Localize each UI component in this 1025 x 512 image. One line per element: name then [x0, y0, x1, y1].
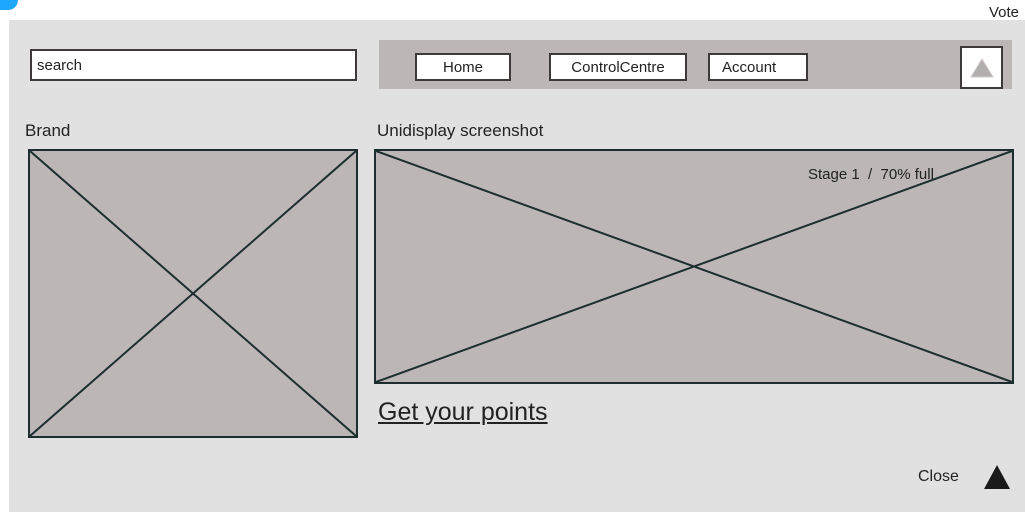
brand-label: Brand	[25, 121, 71, 140]
nav-up-button[interactable]	[960, 46, 1003, 89]
nav-home-button[interactable]: Home	[415, 53, 511, 81]
close-arrow-icon[interactable]	[984, 465, 1010, 489]
image-placeholder-icon	[376, 151, 1012, 382]
image-placeholder-icon	[30, 151, 356, 436]
triangle-up-icon	[969, 57, 994, 77]
get-points-link[interactable]: Get your points	[378, 398, 548, 427]
vote-link[interactable]: Vote	[989, 4, 1019, 21]
stage-status-text: Stage 1 / 70% full	[808, 166, 934, 183]
app-logo	[0, 0, 18, 10]
top-cropped-text	[215, 0, 275, 2]
nav-account-button[interactable]: Account	[708, 53, 808, 81]
nav-controlcentre-button[interactable]: ControlCentre	[549, 53, 687, 81]
search-input[interactable]	[30, 49, 357, 81]
brand-image-placeholder	[28, 149, 358, 438]
navbar: Home ControlCentre Account	[379, 40, 1012, 89]
close-label[interactable]: Close	[918, 468, 959, 486]
main-panel: Home ControlCentre Account Brand Unidisp…	[9, 20, 1025, 512]
screenshot-image-placeholder	[374, 149, 1014, 384]
screenshot-label: Unidisplay screenshot	[377, 121, 544, 140]
